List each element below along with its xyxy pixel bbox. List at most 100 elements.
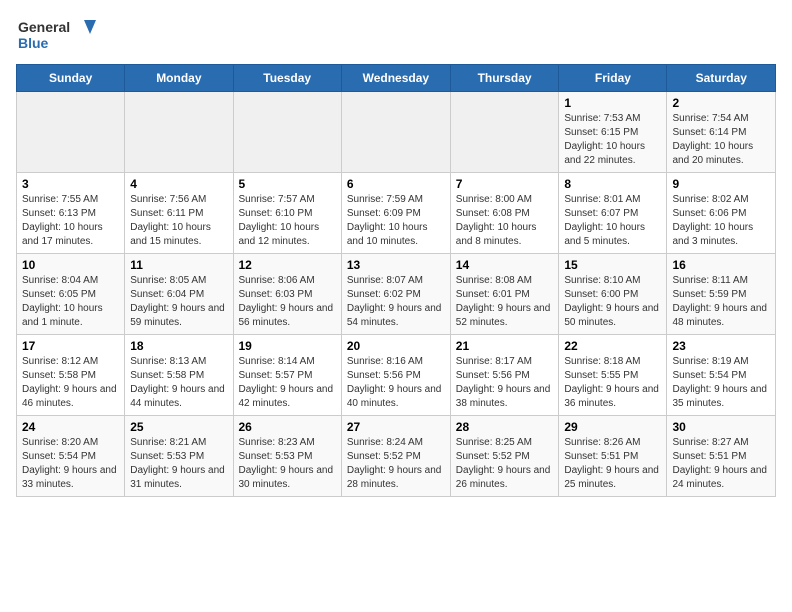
calendar-cell: 26 Sunrise: 8:23 AM Sunset: 5:53 PM Dayli… <box>233 416 341 497</box>
calendar-cell: 15 Sunrise: 8:10 AM Sunset: 6:00 PM Dayli… <box>559 254 667 335</box>
logo-svg: General Blue <box>16 16 96 56</box>
calendar-cell <box>450 92 559 173</box>
day-info: Sunrise: 7:55 AM Sunset: 6:13 PM Dayligh… <box>22 193 119 249</box>
day-number: 6 <box>347 177 445 191</box>
day-number: 15 <box>564 258 661 272</box>
day-number: 14 <box>456 258 554 272</box>
day-number: 18 <box>130 339 227 353</box>
calendar-cell: 7 Sunrise: 8:00 AM Sunset: 6:08 PM Daylig… <box>450 173 559 254</box>
day-info: Sunrise: 8:23 AM Sunset: 5:53 PM Dayligh… <box>239 436 336 492</box>
day-number: 17 <box>22 339 119 353</box>
calendar-week-4: 24Sunrise: 8:20 AM Sunset: 5:54 PM Dayli… <box>17 416 776 497</box>
header: General Blue <box>16 16 776 56</box>
day-info: Sunrise: 8:17 AM Sunset: 5:56 PM Dayligh… <box>456 355 554 411</box>
weekday-header-sunday: Sunday <box>17 65 125 92</box>
day-number: 20 <box>347 339 445 353</box>
calendar-cell: 29 Sunrise: 8:26 AM Sunset: 5:51 PM Dayli… <box>559 416 667 497</box>
calendar-table: SundayMondayTuesdayWednesdayThursdayFrid… <box>16 64 776 497</box>
day-info: Sunrise: 7:53 AM Sunset: 6:15 PM Dayligh… <box>564 112 661 168</box>
day-info: Sunrise: 8:25 AM Sunset: 5:52 PM Dayligh… <box>456 436 554 492</box>
calendar-cell: 16Sunrise: 8:11 AM Sunset: 5:59 PM Dayli… <box>667 254 776 335</box>
day-info: Sunrise: 8:16 AM Sunset: 5:56 PM Dayligh… <box>347 355 445 411</box>
day-info: Sunrise: 8:05 AM Sunset: 6:04 PM Dayligh… <box>130 274 227 330</box>
day-number: 11 <box>130 258 227 272</box>
day-number: 5 <box>239 177 336 191</box>
day-info: Sunrise: 7:59 AM Sunset: 6:09 PM Dayligh… <box>347 193 445 249</box>
weekday-header-tuesday: Tuesday <box>233 65 341 92</box>
day-info: Sunrise: 8:10 AM Sunset: 6:00 PM Dayligh… <box>564 274 661 330</box>
calendar-cell: 28 Sunrise: 8:25 AM Sunset: 5:52 PM Dayli… <box>450 416 559 497</box>
day-number: 29 <box>564 420 661 434</box>
calendar-cell: 14Sunrise: 8:08 AM Sunset: 6:01 PM Dayli… <box>450 254 559 335</box>
calendar-cell: 8Sunrise: 8:01 AM Sunset: 6:07 PM Daylig… <box>559 173 667 254</box>
day-number: 1 <box>564 96 661 110</box>
day-number: 7 <box>456 177 554 191</box>
calendar-cell: 11 Sunrise: 8:05 AM Sunset: 6:04 PM Dayli… <box>125 254 233 335</box>
day-number: 2 <box>672 96 770 110</box>
day-info: Sunrise: 8:02 AM Sunset: 6:06 PM Dayligh… <box>672 193 770 249</box>
day-info: Sunrise: 7:56 AM Sunset: 6:11 PM Dayligh… <box>130 193 227 249</box>
day-number: 21 <box>456 339 554 353</box>
calendar-cell: 5Sunrise: 7:57 AM Sunset: 6:10 PM Daylig… <box>233 173 341 254</box>
svg-text:General: General <box>18 19 70 35</box>
calendar-cell: 18 Sunrise: 8:13 AM Sunset: 5:58 PM Dayli… <box>125 335 233 416</box>
calendar-cell: 24Sunrise: 8:20 AM Sunset: 5:54 PM Dayli… <box>17 416 125 497</box>
calendar-cell: 20 Sunrise: 8:16 AM Sunset: 5:56 PM Dayli… <box>341 335 450 416</box>
day-number: 9 <box>672 177 770 191</box>
day-info: Sunrise: 8:14 AM Sunset: 5:57 PM Dayligh… <box>239 355 336 411</box>
day-number: 25 <box>130 420 227 434</box>
calendar-cell: 19 Sunrise: 8:14 AM Sunset: 5:57 PM Dayli… <box>233 335 341 416</box>
day-info: Sunrise: 8:27 AM Sunset: 5:51 PM Dayligh… <box>672 436 770 492</box>
calendar-cell: 10 Sunrise: 8:04 AM Sunset: 6:05 PM Dayli… <box>17 254 125 335</box>
day-number: 27 <box>347 420 445 434</box>
day-number: 13 <box>347 258 445 272</box>
day-number: 3 <box>22 177 119 191</box>
day-info: Sunrise: 8:19 AM Sunset: 5:54 PM Dayligh… <box>672 355 770 411</box>
calendar-cell <box>17 92 125 173</box>
calendar-cell: 2Sunrise: 7:54 AM Sunset: 6:14 PM Daylig… <box>667 92 776 173</box>
day-info: Sunrise: 8:13 AM Sunset: 5:58 PM Dayligh… <box>130 355 227 411</box>
day-number: 28 <box>456 420 554 434</box>
day-info: Sunrise: 8:00 AM Sunset: 6:08 PM Dayligh… <box>456 193 554 249</box>
calendar-cell: 30 Sunrise: 8:27 AM Sunset: 5:51 PM Dayli… <box>667 416 776 497</box>
calendar-body: 1 Sunrise: 7:53 AM Sunset: 6:15 PM Daylig… <box>17 92 776 497</box>
logo: General Blue <box>16 16 96 56</box>
day-info: Sunrise: 8:18 AM Sunset: 5:55 PM Dayligh… <box>564 355 661 411</box>
calendar-cell: 22 Sunrise: 8:18 AM Sunset: 5:55 PM Dayli… <box>559 335 667 416</box>
calendar-header: SundayMondayTuesdayWednesdayThursdayFrid… <box>17 65 776 92</box>
day-info: Sunrise: 8:11 AM Sunset: 5:59 PM Dayligh… <box>672 274 770 330</box>
day-info: Sunrise: 8:21 AM Sunset: 5:53 PM Dayligh… <box>130 436 227 492</box>
day-info: Sunrise: 8:01 AM Sunset: 6:07 PM Dayligh… <box>564 193 661 249</box>
day-info: Sunrise: 8:04 AM Sunset: 6:05 PM Dayligh… <box>22 274 119 330</box>
weekday-header-friday: Friday <box>559 65 667 92</box>
day-info: Sunrise: 8:24 AM Sunset: 5:52 PM Dayligh… <box>347 436 445 492</box>
calendar-week-2: 10 Sunrise: 8:04 AM Sunset: 6:05 PM Dayli… <box>17 254 776 335</box>
svg-text:Blue: Blue <box>18 35 49 51</box>
day-number: 26 <box>239 420 336 434</box>
calendar-week-1: 3 Sunrise: 7:55 AM Sunset: 6:13 PM Daylig… <box>17 173 776 254</box>
calendar-cell: 1 Sunrise: 7:53 AM Sunset: 6:15 PM Daylig… <box>559 92 667 173</box>
calendar-cell <box>341 92 450 173</box>
calendar-cell: 6 Sunrise: 7:59 AM Sunset: 6:09 PM Daylig… <box>341 173 450 254</box>
day-number: 22 <box>564 339 661 353</box>
calendar-cell <box>125 92 233 173</box>
calendar-cell: 4Sunrise: 7:56 AM Sunset: 6:11 PM Daylig… <box>125 173 233 254</box>
weekday-header-monday: Monday <box>125 65 233 92</box>
day-number: 30 <box>672 420 770 434</box>
calendar-cell: 13Sunrise: 8:07 AM Sunset: 6:02 PM Dayli… <box>341 254 450 335</box>
calendar-cell: 9 Sunrise: 8:02 AM Sunset: 6:06 PM Daylig… <box>667 173 776 254</box>
calendar-cell: 23Sunrise: 8:19 AM Sunset: 5:54 PM Dayli… <box>667 335 776 416</box>
day-number: 10 <box>22 258 119 272</box>
calendar-week-3: 17Sunrise: 8:12 AM Sunset: 5:58 PM Dayli… <box>17 335 776 416</box>
weekday-header-row: SundayMondayTuesdayWednesdayThursdayFrid… <box>17 65 776 92</box>
day-info: Sunrise: 8:06 AM Sunset: 6:03 PM Dayligh… <box>239 274 336 330</box>
day-info: Sunrise: 8:20 AM Sunset: 5:54 PM Dayligh… <box>22 436 119 492</box>
calendar-cell <box>233 92 341 173</box>
day-info: Sunrise: 8:26 AM Sunset: 5:51 PM Dayligh… <box>564 436 661 492</box>
calendar-cell: 17Sunrise: 8:12 AM Sunset: 5:58 PM Dayli… <box>17 335 125 416</box>
calendar-cell: 21 Sunrise: 8:17 AM Sunset: 5:56 PM Dayli… <box>450 335 559 416</box>
calendar-cell: 27 Sunrise: 8:24 AM Sunset: 5:52 PM Dayli… <box>341 416 450 497</box>
day-number: 19 <box>239 339 336 353</box>
day-number: 12 <box>239 258 336 272</box>
calendar-cell: 3 Sunrise: 7:55 AM Sunset: 6:13 PM Daylig… <box>17 173 125 254</box>
